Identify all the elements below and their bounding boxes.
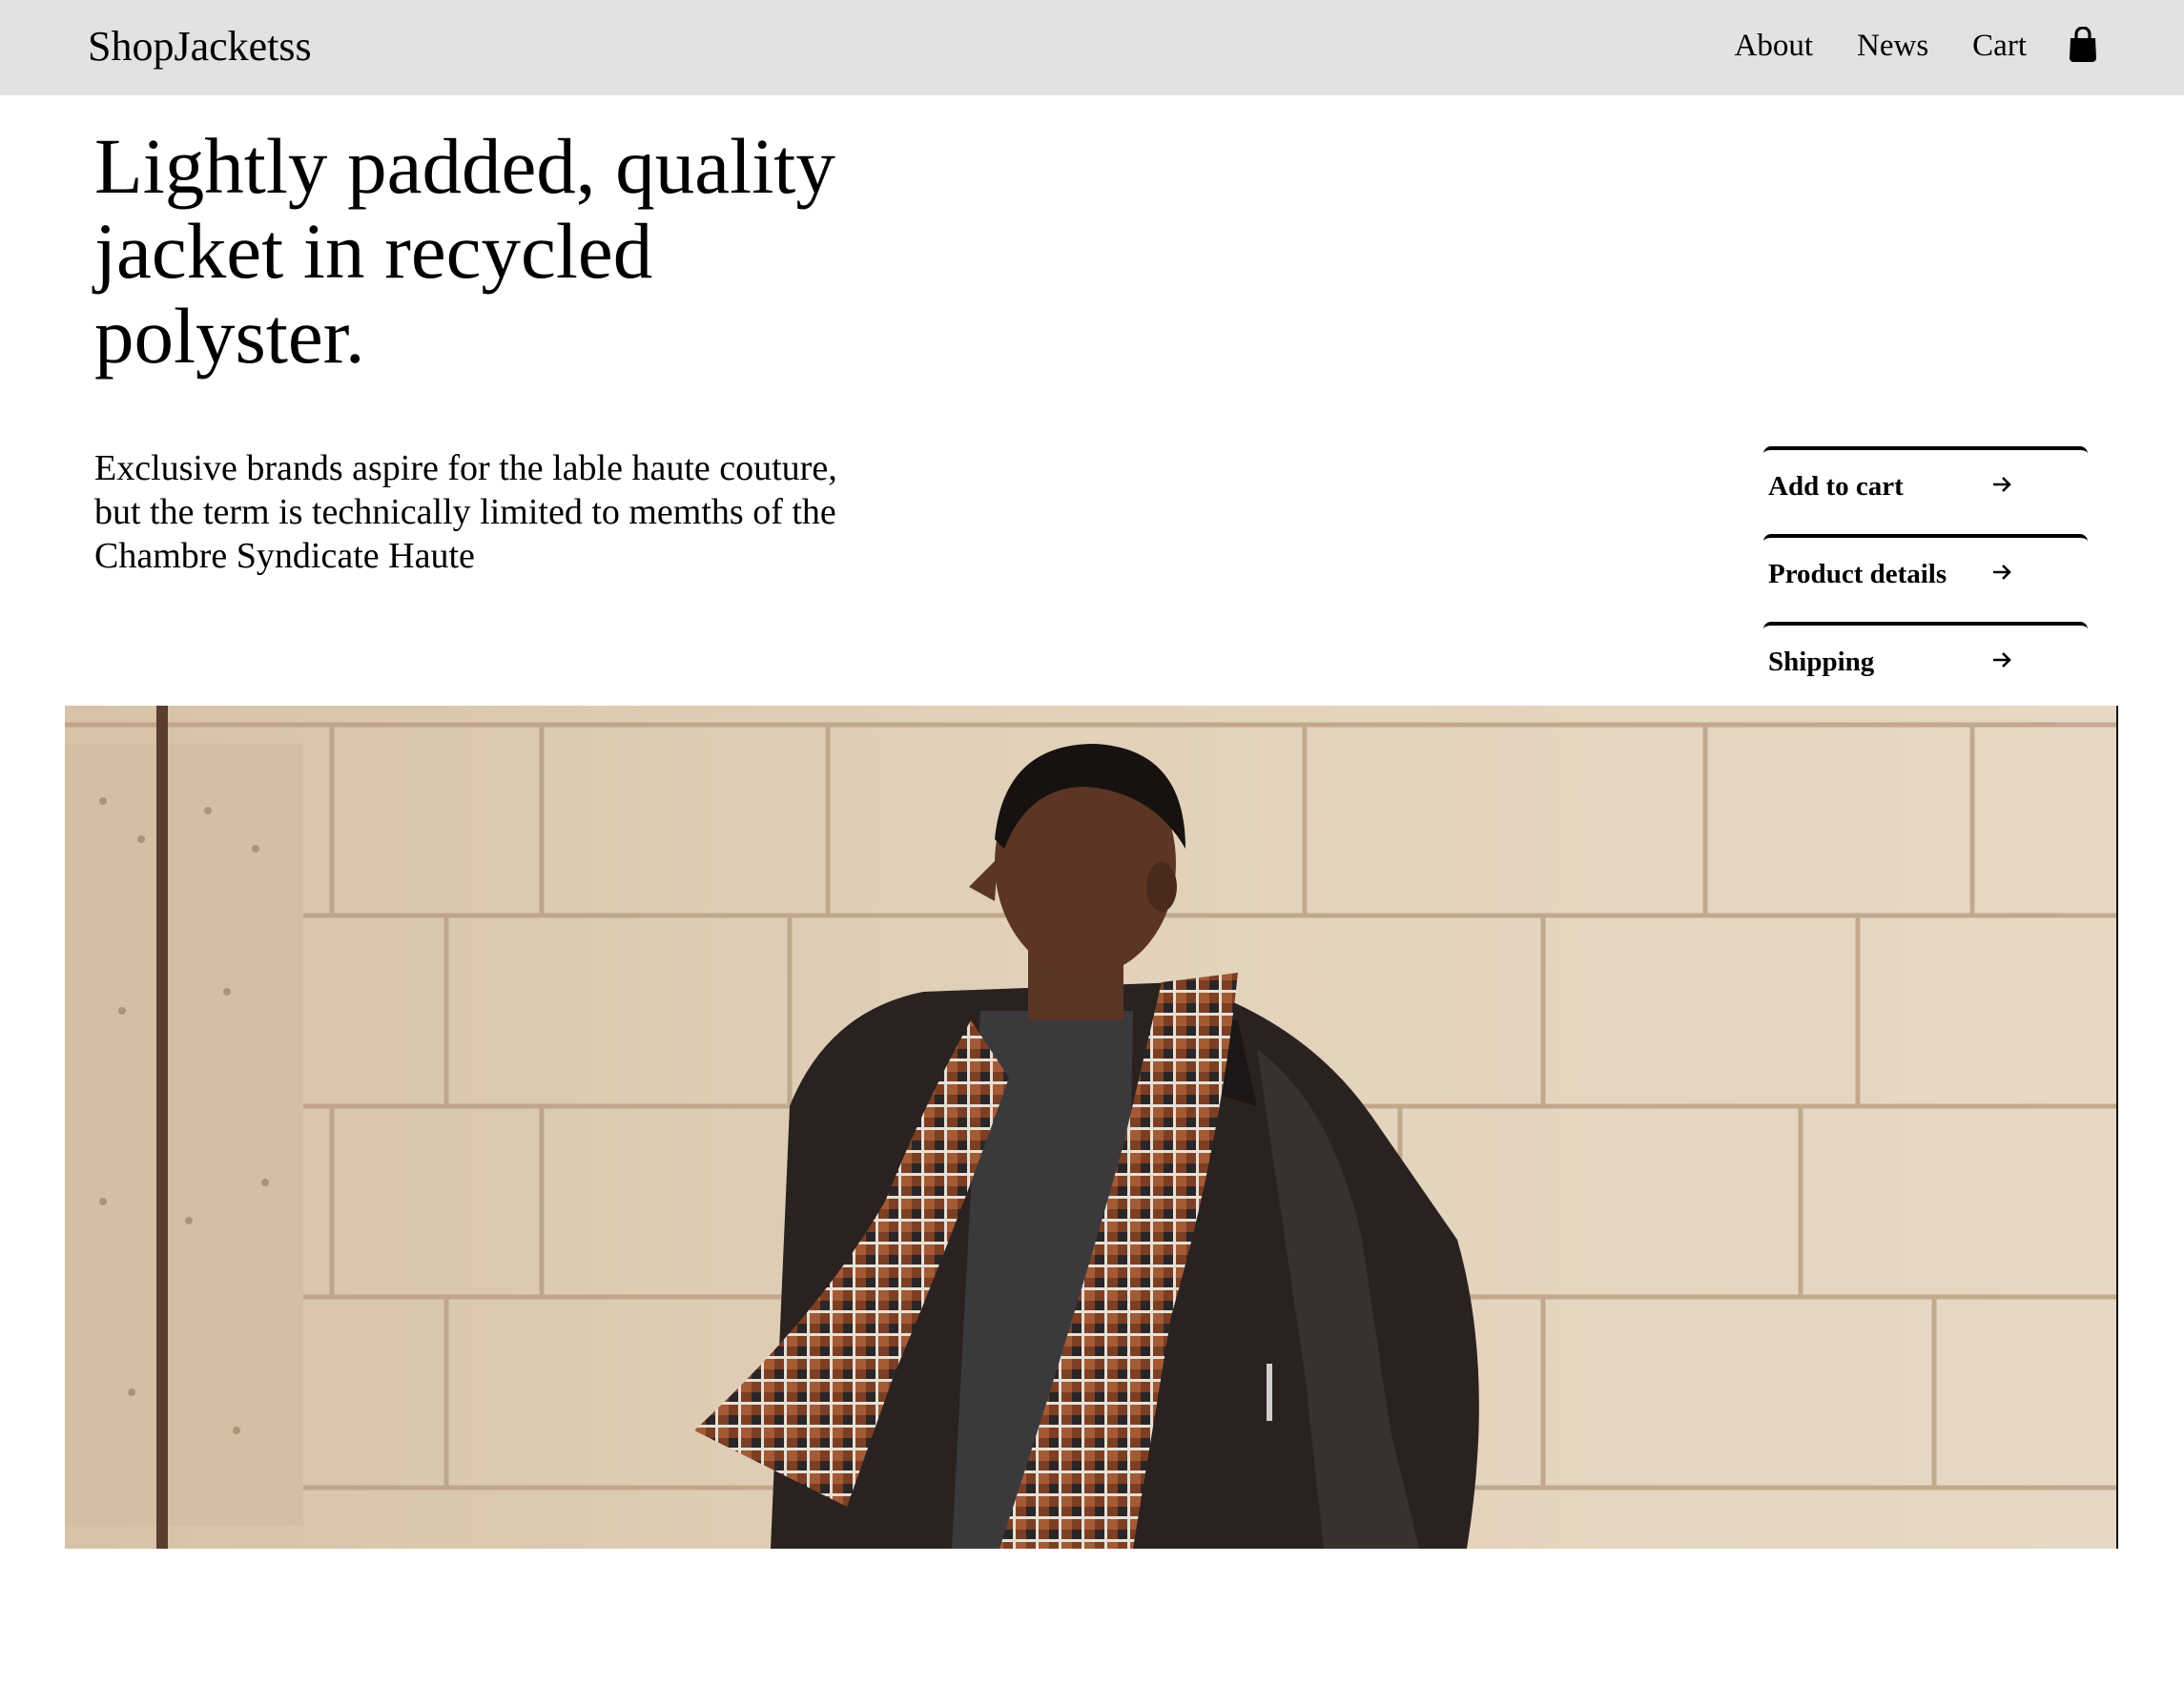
nav-link-news[interactable]: News: [1857, 25, 1928, 67]
product-actions: Add to cart Product details Shipping: [1763, 446, 2088, 709]
shipping-label: Shipping: [1768, 647, 1875, 677]
shopping-bag-icon[interactable]: [2068, 26, 2098, 63]
product-headline: Lightly padded, quality jacket in recycl…: [94, 122, 835, 380]
product-details-button[interactable]: Product details: [1763, 534, 2088, 618]
nav-link-about[interactable]: About: [1735, 25, 1814, 67]
add-to-cart-button[interactable]: Add to cart: [1763, 446, 2088, 530]
brand-logo-link[interactable]: ShopJacketss: [88, 21, 312, 72]
arrow-right-icon: [1993, 652, 2011, 668]
arrow-right-icon: [1993, 565, 2011, 580]
nav-link-cart[interactable]: Cart: [1972, 25, 2027, 67]
hero-model-image: [65, 706, 2117, 1549]
shipping-button[interactable]: Shipping: [1763, 622, 2088, 706]
arrow-right-icon: [1993, 477, 2011, 492]
top-navbar: ShopJacketss About News Cart: [0, 0, 2184, 95]
product-description: Exclusive brands aspire for the lable ha…: [94, 448, 837, 576]
product-details-label: Product details: [1768, 559, 1947, 589]
hero-image-border: [2116, 706, 2118, 1549]
main-nav: About News Cart: [1691, 25, 2027, 67]
add-to-cart-label: Add to cart: [1768, 471, 1904, 502]
